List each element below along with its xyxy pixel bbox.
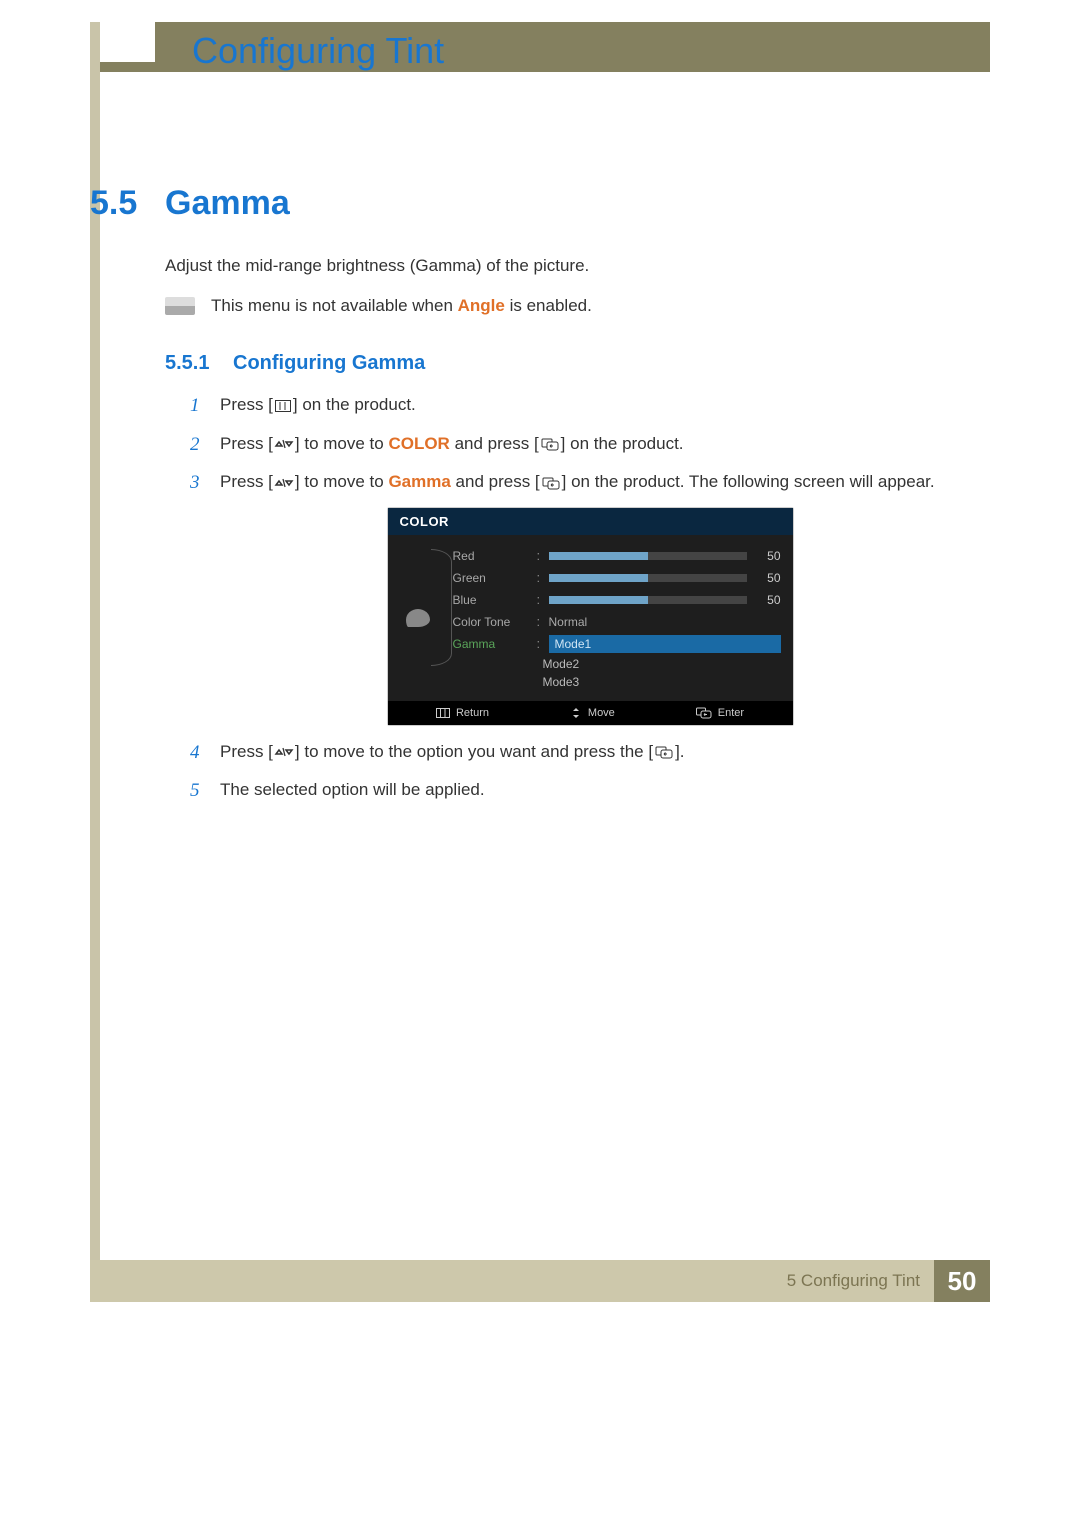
note-post: is enabled. <box>505 296 592 315</box>
section-title: Gamma <box>165 184 290 223</box>
enter-icon <box>653 744 675 760</box>
enter-icon <box>696 707 712 719</box>
enter-icon <box>540 475 562 491</box>
step-num: 3 <box>190 469 205 498</box>
footer-label: 5 Configuring Tint <box>787 1260 934 1302</box>
step-text: Press [] to move to Gamma and press [] o… <box>220 469 990 495</box>
osd-gamma-option: Mode2 <box>537 655 781 673</box>
subsection-title: Configuring Gamma <box>233 352 425 375</box>
note-icon <box>165 297 195 315</box>
steps: 1 Press [] on the product. 2 Press [] to… <box>190 392 990 816</box>
step-text: Press [] to move to COLOR and press [] o… <box>220 431 990 457</box>
step-text: Press [] to move to the option you want … <box>220 739 990 765</box>
slider-red <box>549 552 747 560</box>
step-num: 4 <box>190 739 205 768</box>
menu-icon <box>273 398 293 414</box>
page-number: 50 <box>934 1260 990 1302</box>
note-pre: This menu is not available when <box>211 296 458 315</box>
osd-return: Return <box>436 707 489 719</box>
section-intro: Adjust the mid-range brightness (Gamma) … <box>165 256 589 276</box>
chapter-title: Configuring Tint <box>192 30 444 72</box>
step-text: The selected option will be applied. <box>220 777 990 803</box>
step-3: 3 Press [] to move to Gamma and press []… <box>190 469 990 498</box>
step-num: 2 <box>190 431 205 460</box>
footer-band: 5 Configuring Tint 50 <box>90 1260 990 1302</box>
osd-row-colortone: Color Tone : Normal <box>449 611 781 633</box>
osd-footer: Return Move Enter <box>388 701 793 725</box>
osd-row-green: Green : 50 <box>449 567 781 589</box>
updown-icon <box>273 744 295 760</box>
osd-move: Move <box>570 707 615 719</box>
step-4: 4 Press [] to move to the option you wan… <box>190 739 990 768</box>
subsection-number: 5.5.1 <box>165 352 209 375</box>
move-icon <box>570 707 582 719</box>
enter-icon <box>539 436 561 452</box>
updown-icon <box>273 475 295 491</box>
step-num: 1 <box>190 392 205 421</box>
keyword-gamma: Gamma <box>388 472 450 491</box>
return-icon <box>436 708 450 718</box>
osd-row-red: Red : 50 <box>449 545 781 567</box>
osd-menu: COLOR Red : 50 Green : 50 <box>388 508 793 725</box>
slider-green <box>549 574 747 582</box>
step-1: 1 Press [] on the product. <box>190 392 990 421</box>
step-2: 2 Press [] to move to COLOR and press []… <box>190 431 990 460</box>
osd-gamma-selected: Mode1 <box>549 635 781 653</box>
note-highlight: Angle <box>458 296 505 315</box>
osd-row-blue: Blue : 50 <box>449 589 781 611</box>
header-tab <box>100 22 155 62</box>
osd-category-icon <box>396 545 441 691</box>
updown-icon <box>273 436 295 452</box>
palette-icon <box>406 609 430 627</box>
step-num: 5 <box>190 777 205 806</box>
osd-gamma-option: Mode3 <box>537 673 781 691</box>
slider-blue <box>549 596 747 604</box>
note-row: This menu is not available when Angle is… <box>165 296 592 316</box>
step-5: 5 The selected option will be applied. <box>190 777 990 806</box>
section-number: 5.5 <box>90 184 137 223</box>
osd-title: COLOR <box>388 508 793 535</box>
osd-enter: Enter <box>696 707 744 719</box>
keyword-color: COLOR <box>388 434 449 453</box>
step-text: Press [] on the product. <box>220 392 990 418</box>
osd-row-gamma: Gamma : Mode1 <box>449 633 781 655</box>
note-text: This menu is not available when Angle is… <box>211 296 592 316</box>
